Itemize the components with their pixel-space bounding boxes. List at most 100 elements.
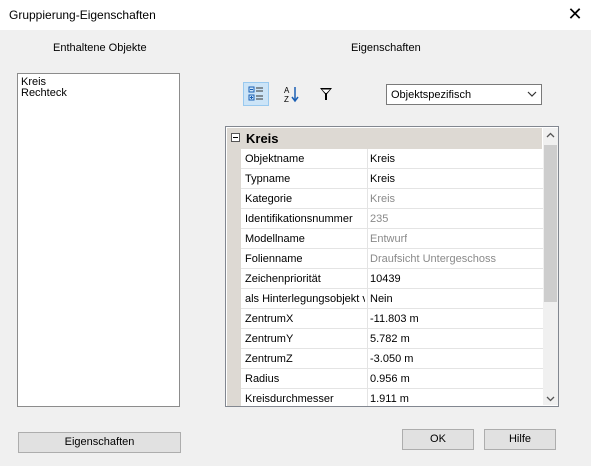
property-name: Kreisdurchmesser (245, 393, 334, 405)
property-name-cell[interactable]: Kategorie (241, 189, 367, 209)
categorized-view-button[interactable] (243, 82, 269, 106)
property-name: Zeichenpriorität (245, 273, 321, 285)
property-value-cell[interactable]: Draufsicht Untergeschoss (367, 249, 543, 269)
property-value: 10439 (370, 273, 401, 285)
property-name: ZentrumX (245, 313, 294, 325)
category-label: Kreis (246, 131, 279, 146)
row-gutter (227, 189, 241, 209)
object-properties-button-label: Eigenschaften (64, 436, 135, 448)
property-value-cell[interactable]: Kreis (367, 189, 543, 209)
row-gutter (227, 149, 241, 169)
property-value-cell[interactable]: Nein (367, 289, 543, 309)
property-name: Objektname (245, 153, 305, 165)
row-gutter (227, 289, 241, 309)
categorized-icon (248, 86, 263, 101)
property-value-cell[interactable]: 0.956 m (367, 369, 543, 389)
collapse-icon[interactable] (231, 133, 240, 142)
property-name-cell[interactable]: Radius (241, 369, 367, 389)
property-row[interactable]: als Hinterlegungsobjekt verwenden Nein (227, 289, 543, 309)
row-gutter (227, 269, 241, 289)
vertical-scrollbar[interactable] (543, 128, 558, 405)
property-row[interactable]: Zeichenpriorität 10439 (227, 269, 543, 289)
property-name-cell[interactable]: ZentrumY (241, 329, 367, 349)
property-value: -11.803 m (370, 313, 419, 325)
property-value-cell[interactable]: 10439 (367, 269, 543, 289)
scroll-down-icon[interactable] (546, 394, 555, 403)
property-name-cell[interactable]: als Hinterlegungsobjekt verwenden (241, 289, 367, 309)
property-value-cell[interactable]: Kreis (367, 169, 543, 189)
row-gutter (227, 329, 241, 349)
property-name: Folienname (245, 253, 303, 265)
filter-button[interactable] (313, 82, 339, 106)
property-value: 5.782 m (370, 333, 410, 345)
property-row[interactable]: Modellname Entwurf (227, 229, 543, 249)
property-grid[interactable]: Kreis Objektname Kreis Typname Kreis Kategor… (225, 126, 559, 407)
window-title: Gruppierung-Eigenschaften (9, 8, 156, 22)
property-name-cell[interactable]: Folienname (241, 249, 367, 269)
property-row[interactable]: Radius 0.956 m (227, 369, 543, 389)
help-button[interactable]: Hilfe (484, 429, 556, 450)
property-name: Kategorie (245, 193, 293, 205)
category-header[interactable]: Kreis (227, 128, 542, 149)
title-bar: Gruppierung-Eigenschaften ✕ (0, 0, 591, 30)
property-value-cell[interactable]: 1.911 m (367, 389, 543, 406)
property-name-cell[interactable]: ZentrumX (241, 309, 367, 329)
property-row[interactable]: Folienname Draufsicht Untergeschoss (227, 249, 543, 269)
property-row[interactable]: Kategorie Kreis (227, 189, 543, 209)
property-value: 0.956 m (370, 373, 410, 385)
contained-objects-list[interactable]: Kreis Rechteck (17, 73, 180, 407)
property-value: Draufsicht Untergeschoss (370, 253, 496, 265)
property-row[interactable]: ZentrumX -11.803 m (227, 309, 543, 329)
property-row[interactable]: Identifikationsnummer 235 (227, 209, 543, 229)
property-name-cell[interactable]: Typname (241, 169, 367, 189)
property-value-cell[interactable]: 5.782 m (367, 329, 543, 349)
property-value-cell[interactable]: -11.803 m (367, 309, 543, 329)
property-value-cell[interactable]: Entwurf (367, 229, 543, 249)
scroll-up-icon[interactable] (546, 131, 555, 140)
property-name-cell[interactable]: Modellname (241, 229, 367, 249)
close-icon: ✕ (567, 4, 583, 24)
properties-heading: Eigenschaften (351, 42, 421, 54)
object-properties-button[interactable]: Eigenschaften (18, 432, 181, 453)
property-row[interactable]: ZentrumY 5.782 m (227, 329, 543, 349)
chevron-down-icon (527, 91, 537, 97)
ok-button[interactable]: OK (402, 429, 474, 450)
property-value: Kreis (370, 173, 396, 185)
svg-text:A: A (284, 86, 290, 95)
property-row[interactable]: Objektname Kreis (227, 149, 543, 169)
contained-objects-heading: Enthaltene Objekte (53, 42, 147, 54)
property-name-cell[interactable]: Objektname (241, 149, 367, 169)
property-row[interactable]: Typname Kreis (227, 169, 543, 189)
alphabetical-view-button[interactable]: A Z (279, 82, 305, 106)
row-gutter (227, 369, 241, 389)
property-name: ZentrumZ (245, 353, 293, 365)
property-name-cell[interactable]: Identifikationsnummer (241, 209, 367, 229)
property-name-cell[interactable]: ZentrumZ (241, 349, 367, 369)
ok-button-label: OK (430, 433, 446, 445)
property-value: Kreis (370, 193, 396, 205)
list-item[interactable]: Rechteck (21, 88, 176, 99)
row-gutter (227, 349, 241, 369)
property-name: Radius (245, 373, 280, 385)
property-name-cell[interactable]: Zeichenpriorität (241, 269, 367, 289)
scroll-thumb[interactable] (544, 145, 557, 302)
row-gutter (227, 309, 241, 329)
property-row[interactable]: Kreisdurchmesser 1.911 m (227, 389, 543, 406)
view-select-value: Objektspezifisch (391, 89, 472, 101)
property-value: Nein (370, 293, 393, 305)
svg-text:Z: Z (284, 95, 289, 103)
property-name-cell[interactable]: Kreisdurchmesser (241, 389, 367, 406)
row-gutter (227, 249, 241, 269)
view-select[interactable]: Objektspezifisch (386, 84, 542, 105)
property-value-cell[interactable]: -3.050 m (367, 349, 543, 369)
property-value-cell[interactable]: Kreis (367, 149, 543, 169)
property-name: ZentrumY (245, 333, 294, 345)
row-gutter (227, 389, 241, 406)
property-value: -3.050 m (370, 353, 414, 365)
close-button[interactable]: ✕ (562, 4, 588, 26)
filter-icon (320, 88, 332, 100)
property-row[interactable]: ZentrumZ -3.050 m (227, 349, 543, 369)
property-value: 1.911 m (370, 393, 409, 405)
property-value-cell[interactable]: 235 (367, 209, 543, 229)
property-value: 235 (370, 213, 389, 225)
